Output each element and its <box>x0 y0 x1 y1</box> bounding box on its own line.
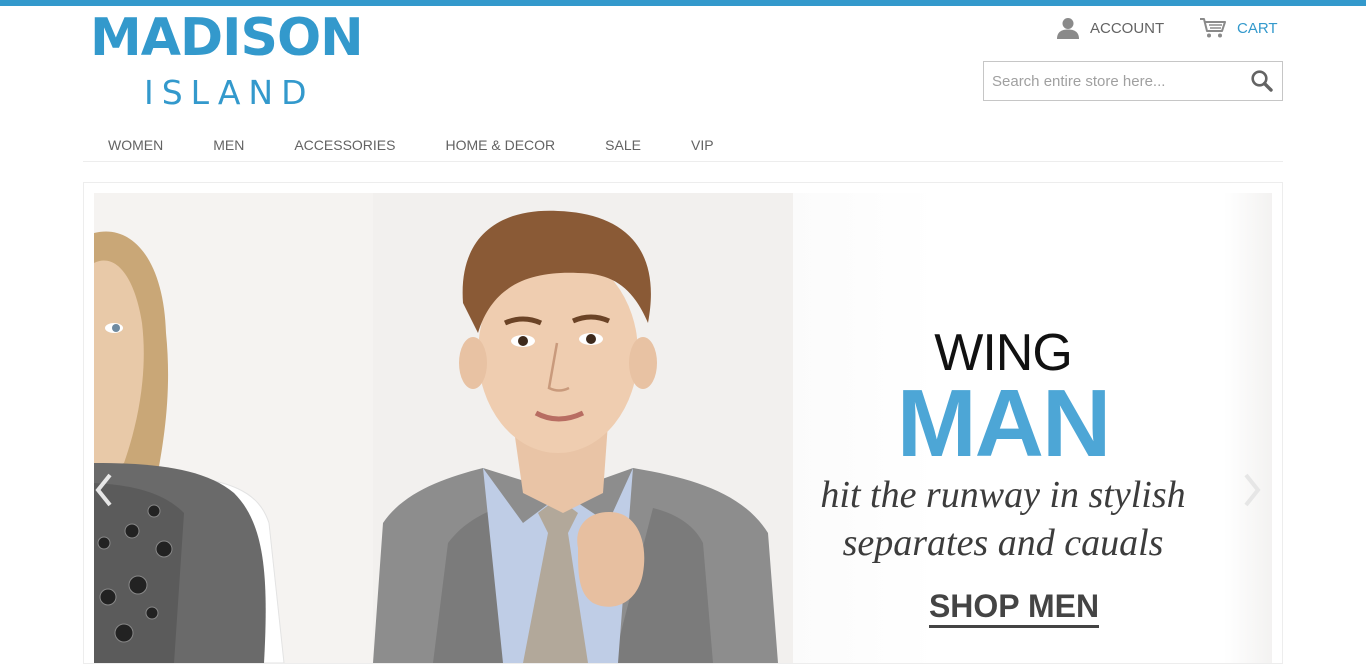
hero-tagline-line-1: hit the runway in stylish <box>820 474 1186 516</box>
top-accent-stripe <box>0 0 1366 6</box>
nav-item-women[interactable]: WOMEN <box>83 131 188 161</box>
cart-link[interactable]: CART <box>1199 16 1278 40</box>
account-label: ACCOUNT <box>1090 19 1165 37</box>
shop-men-link[interactable]: SHOP MEN <box>924 587 1104 628</box>
logo[interactable]: MADISON ISLAND <box>90 12 370 110</box>
chevron-right-icon[interactable] <box>1244 473 1262 507</box>
main-navigation: WOMEN MEN ACCESSORIES HOME & DECOR SALE … <box>83 131 1283 162</box>
cart-label: CART <box>1237 19 1278 37</box>
nav-item-sale[interactable]: SALE <box>580 131 666 161</box>
nav-item-vip[interactable]: VIP <box>666 131 739 161</box>
search-input[interactable] <box>984 62 1247 100</box>
account-link[interactable]: ACCOUNT <box>1056 16 1164 40</box>
nav-item-accessories[interactable]: ACCESSORIES <box>269 131 420 161</box>
hero-tagline: hit the runway in stylish separates and … <box>783 471 1223 567</box>
nav-item-men[interactable]: MEN <box>188 131 269 161</box>
man-model-image <box>373 193 793 663</box>
user-icon <box>1056 17 1080 39</box>
logo-name-main: MADISON <box>90 8 364 68</box>
search-box <box>983 61 1283 101</box>
woman-model-image <box>94 193 373 663</box>
hero-tagline-line-2: separates and cauals <box>842 522 1164 564</box>
shop-men-label: SHOP MEN <box>928 588 1100 628</box>
chevron-left-icon[interactable] <box>94 473 112 507</box>
hero-headline-man: MAN <box>896 370 1112 477</box>
hero-slider: WING MAN hit the runway in stylish separ… <box>83 182 1283 664</box>
nav-item-home-decor[interactable]: HOME & DECOR <box>420 131 580 161</box>
search-icon[interactable] <box>1250 69 1274 93</box>
logo-name-sub: ISLAND <box>144 73 315 112</box>
cart-icon <box>1199 17 1227 39</box>
